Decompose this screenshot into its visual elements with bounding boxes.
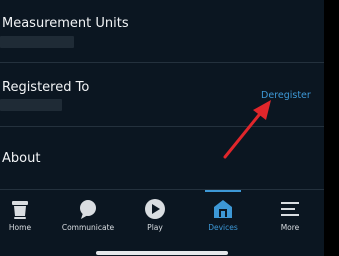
nav-devices-label: Devices <box>208 223 238 232</box>
nav-more-label: More <box>280 223 300 232</box>
measurement-units-row[interactable]: Measurement Units <box>0 0 324 62</box>
registered-to-value-redacted <box>0 99 62 111</box>
measurement-units-value-redacted <box>0 36 74 48</box>
nav-play-label: Play <box>147 223 163 232</box>
nav-home[interactable]: Home <box>0 190 52 246</box>
communicate-icon <box>80 200 96 219</box>
home-indicator <box>96 251 228 255</box>
about-row[interactable]: About <box>0 127 324 189</box>
measurement-units-title: Measurement Units <box>2 16 129 31</box>
nav-more[interactable]: More <box>258 190 322 246</box>
screen-edge <box>324 0 339 255</box>
nav-devices[interactable]: Devices <box>191 190 255 246</box>
nav-communicate-label: Communicate <box>61 223 115 232</box>
bottom-nav: Home Communicate Play Devices More <box>0 189 324 256</box>
about-title: About <box>2 151 41 166</box>
settings-screen: Measurement Units Registered To Deregist… <box>0 0 324 256</box>
home-icon <box>12 201 28 219</box>
nav-play[interactable]: Play <box>123 190 187 246</box>
active-tab-indicator <box>205 190 241 192</box>
more-icon <box>281 202 299 216</box>
registered-to-title: Registered To <box>2 80 90 95</box>
play-icon <box>145 199 165 219</box>
devices-icon <box>214 200 232 218</box>
nav-communicate[interactable]: Communicate <box>56 190 120 246</box>
deregister-link[interactable]: Deregister <box>261 90 311 101</box>
nav-home-label: Home <box>8 223 32 232</box>
